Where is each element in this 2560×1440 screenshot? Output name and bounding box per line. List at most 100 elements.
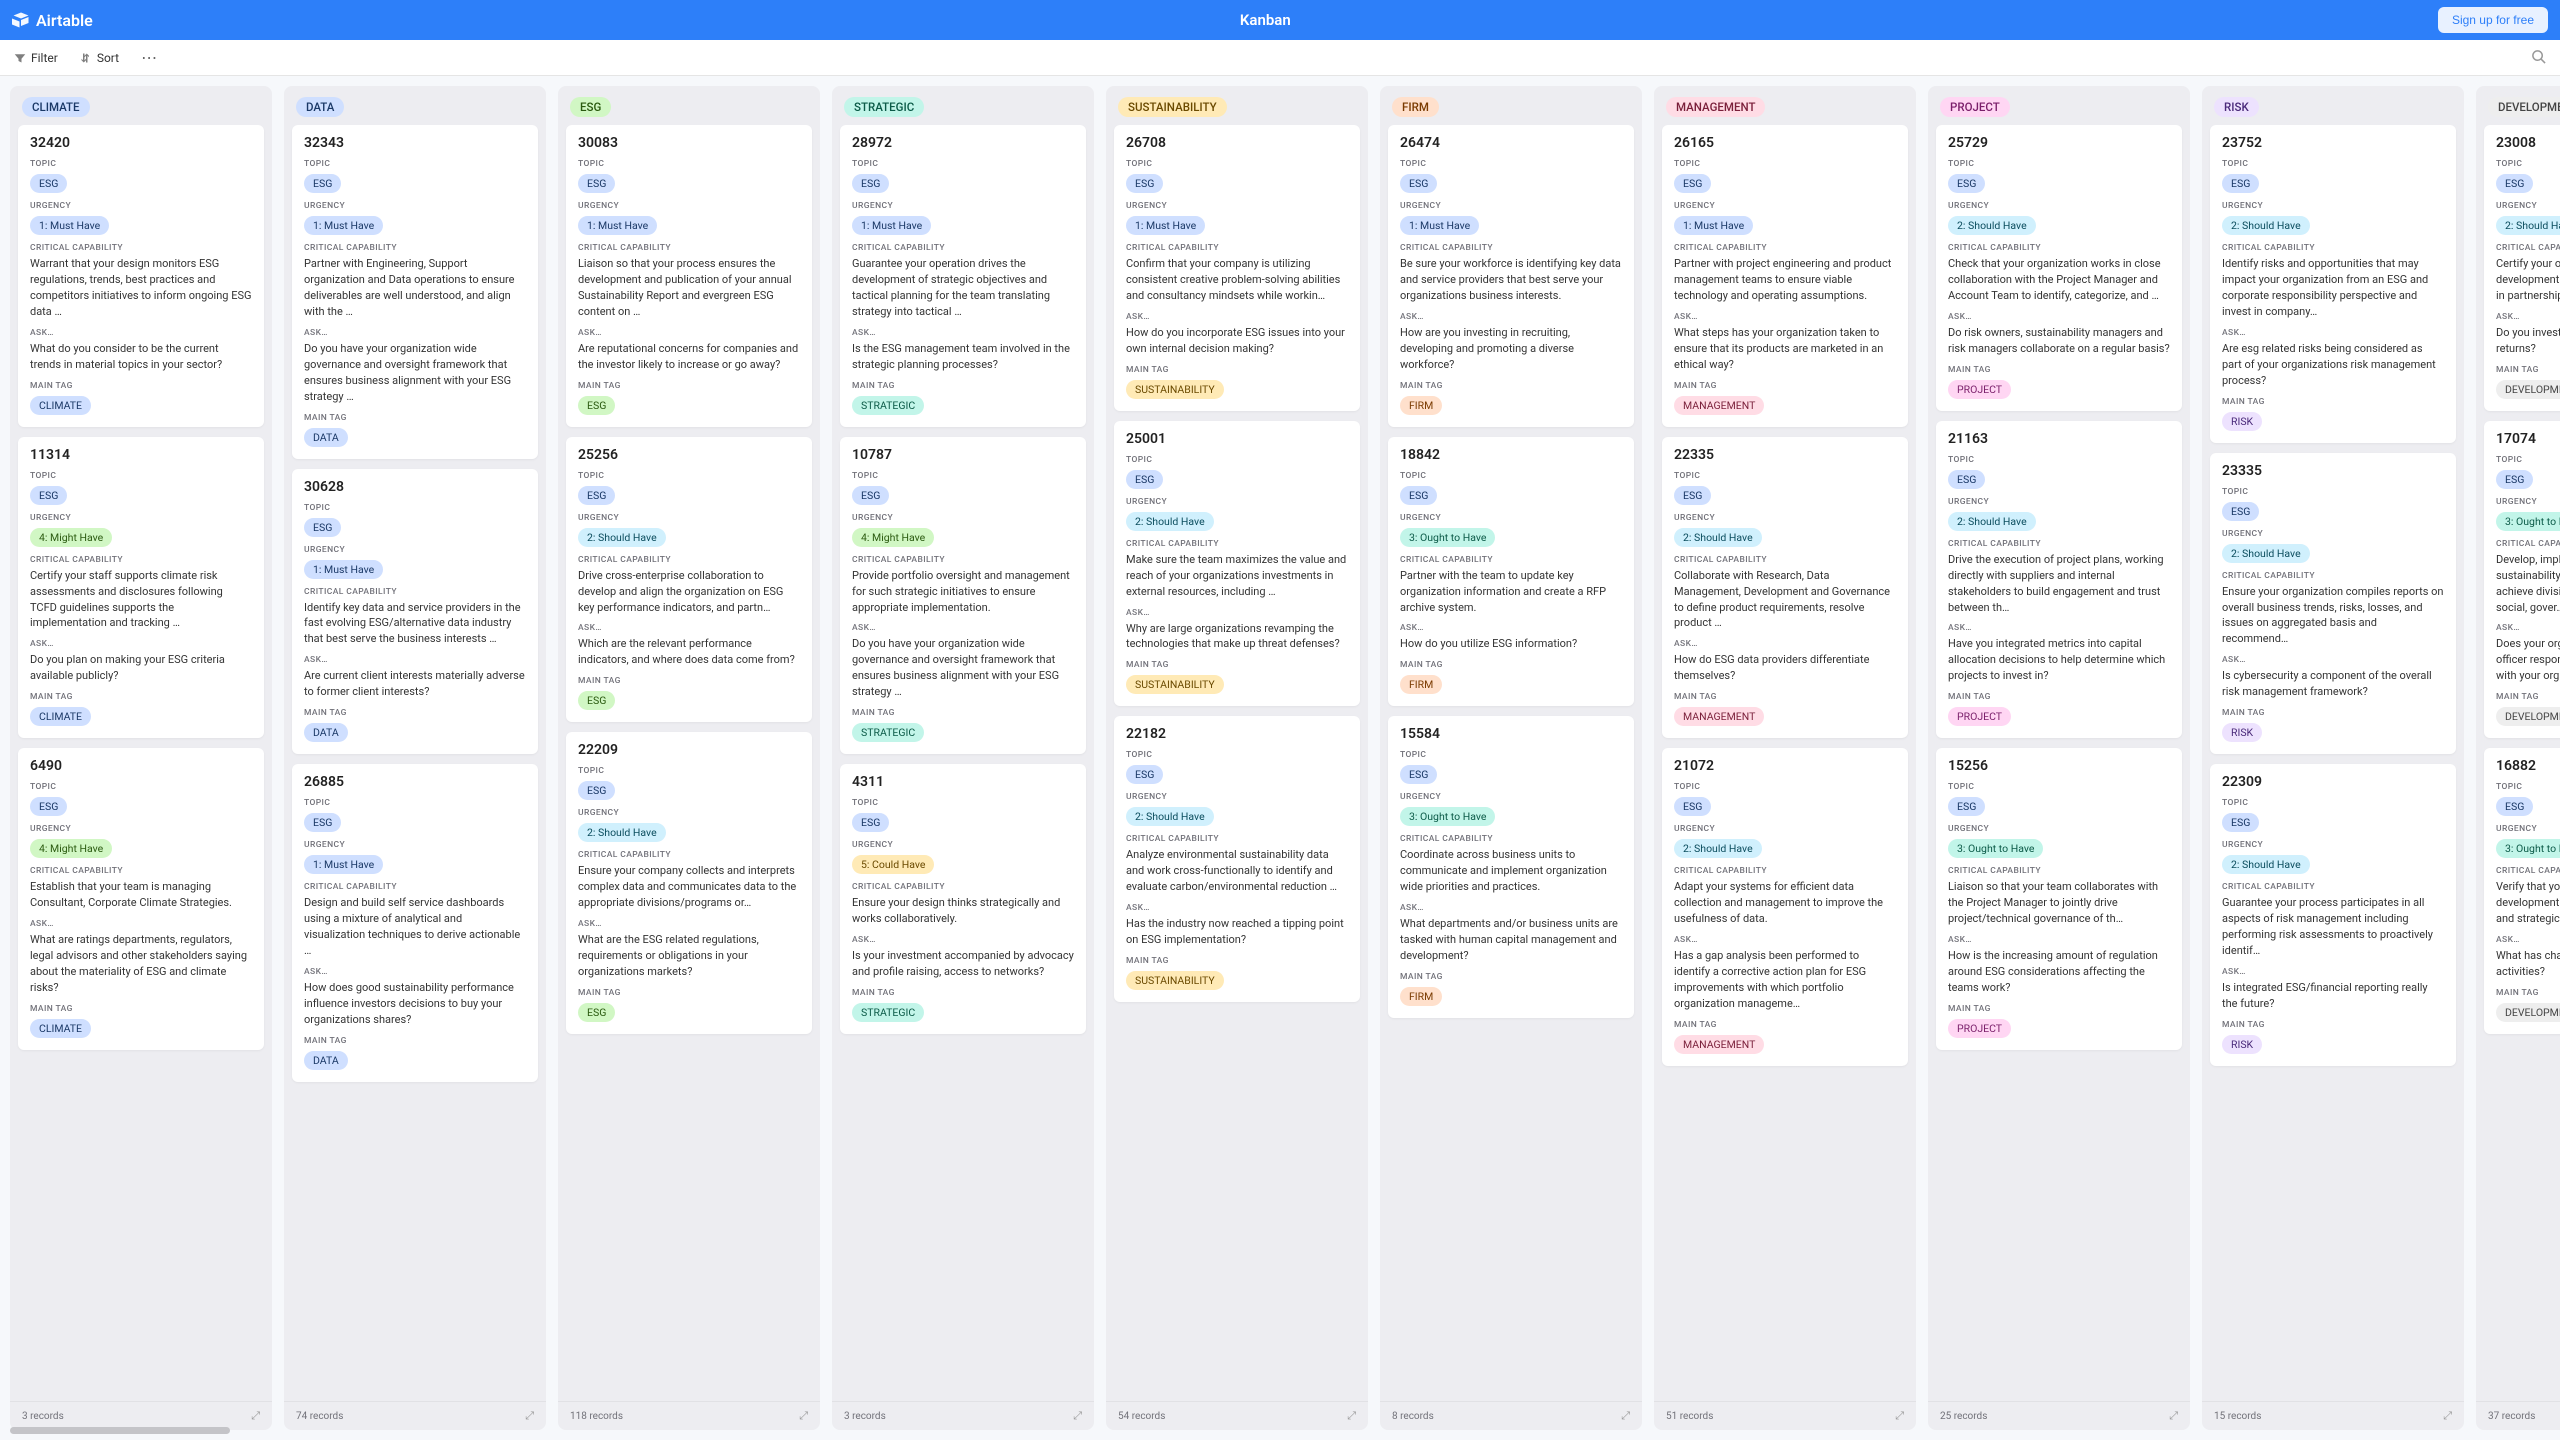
tag-label: MAIN TAG — [30, 692, 252, 702]
ask-label: ASK… — [2496, 312, 2560, 322]
expand-icon[interactable]: ⤢ — [1621, 1409, 1630, 1423]
expand-icon[interactable]: ⤢ — [1895, 1409, 1904, 1423]
column-cards[interactable]: 23008 TOPIC ESG URGENCY 2: Should Have C… — [2476, 125, 2560, 1401]
kanban-card[interactable]: 23752 TOPIC ESG URGENCY 2: Should Have C… — [2210, 125, 2456, 443]
topic-label: TOPIC — [1400, 750, 1622, 760]
kanban-card[interactable]: 22209 TOPIC ESG URGENCY 2: Should Have C… — [566, 732, 812, 1034]
column-cards[interactable]: 25729 TOPIC ESG URGENCY 2: Should Have C… — [1928, 125, 2190, 1401]
ask-text: Why are large organizations revamping th… — [1126, 621, 1348, 653]
urgency-label: URGENCY — [304, 201, 526, 211]
column-cards[interactable]: 30083 TOPIC ESG URGENCY 1: Must Have CRI… — [558, 125, 820, 1401]
kanban-card[interactable]: 11314 TOPIC ESG URGENCY 4: Might Have CR… — [18, 437, 264, 739]
ask-label: ASK… — [852, 328, 1074, 338]
expand-icon[interactable]: ⤢ — [251, 1409, 260, 1423]
kanban-card[interactable]: 17074 TOPIC ESG URGENCY 3: Ought to Have… — [2484, 421, 2560, 739]
kanban-card[interactable]: 28972 TOPIC ESG URGENCY 1: Must Have CRI… — [840, 125, 1086, 427]
topic-label: TOPIC — [30, 782, 252, 792]
kanban-card[interactable]: 4311 TOPIC ESG URGENCY 5: Could Have CRI… — [840, 764, 1086, 1034]
kanban-card[interactable]: 22335 TOPIC ESG URGENCY 2: Should Have C… — [1662, 437, 1908, 739]
column-cards[interactable]: 26165 TOPIC ESG URGENCY 1: Must Have CRI… — [1654, 125, 1916, 1401]
column-footer: 3 records ⤢ — [10, 1401, 272, 1430]
ask-label: ASK… — [2496, 623, 2560, 633]
filter-button[interactable]: Filter — [14, 51, 58, 65]
kanban-column: STRATEGIC 28972 TOPIC ESG URGENCY 1: Mus… — [832, 86, 1094, 1430]
topic-label: TOPIC — [1400, 471, 1622, 481]
kanban-card[interactable]: 21163 TOPIC ESG URGENCY 2: Should Have C… — [1936, 421, 2182, 739]
urgency-label: URGENCY — [2222, 201, 2444, 211]
tag-label: MAIN TAG — [304, 1036, 526, 1046]
capability-text: Liaison so that your team collaborates w… — [1948, 879, 2170, 927]
kanban-card[interactable]: 15584 TOPIC ESG URGENCY 3: Ought to Have… — [1388, 716, 1634, 1018]
capability-text: Confirm that your company is utilizing c… — [1126, 256, 1348, 304]
kanban-card[interactable]: 25256 TOPIC ESG URGENCY 2: Should Have C… — [566, 437, 812, 723]
ask-text: What has changed as a result of business… — [2496, 948, 2560, 980]
topic-pill: ESG — [30, 486, 67, 505]
kanban-card[interactable]: 26885 TOPIC ESG URGENCY 1: Must Have CRI… — [292, 764, 538, 1082]
expand-icon[interactable]: ⤢ — [2169, 1409, 2178, 1423]
kanban-card[interactable]: 30628 TOPIC ESG URGENCY 1: Must Have CRI… — [292, 469, 538, 755]
urgency-label: URGENCY — [2496, 824, 2560, 834]
ask-label: ASK… — [578, 328, 800, 338]
urgency-pill: 1: Must Have — [578, 216, 657, 235]
expand-icon[interactable]: ⤢ — [525, 1409, 534, 1423]
kanban-column: DATA 32343 TOPIC ESG URGENCY 1: Must Hav… — [284, 86, 546, 1430]
kanban-card[interactable]: 23335 TOPIC ESG URGENCY 2: Should Have C… — [2210, 453, 2456, 755]
kanban-card[interactable]: 22182 TOPIC ESG URGENCY 2: Should Have C… — [1114, 716, 1360, 1002]
card-id: 32343 — [304, 135, 526, 151]
expand-icon[interactable]: ⤢ — [2443, 1409, 2452, 1423]
kanban-card[interactable]: 25729 TOPIC ESG URGENCY 2: Should Have C… — [1936, 125, 2182, 411]
ask-label: ASK… — [1400, 623, 1622, 633]
tag-label: MAIN TAG — [1126, 956, 1348, 966]
kanban-card[interactable]: 15256 TOPIC ESG URGENCY 3: Ought to Have… — [1936, 748, 2182, 1050]
ask-text: Do you have your organization wide gover… — [852, 636, 1074, 700]
airtable-logo[interactable]: Airtable — [12, 11, 93, 30]
sort-button[interactable]: Sort — [80, 51, 119, 65]
kanban-card[interactable]: 6490 TOPIC ESG URGENCY 4: Might Have CRI… — [18, 748, 264, 1050]
column-cards[interactable]: 32343 TOPIC ESG URGENCY 1: Must Have CRI… — [284, 125, 546, 1401]
column-cards[interactable]: 23752 TOPIC ESG URGENCY 2: Should Have C… — [2202, 125, 2464, 1401]
search-button[interactable] — [2531, 49, 2546, 67]
urgency-label: URGENCY — [1948, 497, 2170, 507]
column-cards[interactable]: 28972 TOPIC ESG URGENCY 1: Must Have CRI… — [832, 125, 1094, 1401]
more-menu[interactable]: ⋯ — [141, 48, 158, 67]
expand-icon[interactable]: ⤢ — [1347, 1409, 1356, 1423]
kanban-card[interactable]: 23008 TOPIC ESG URGENCY 2: Should Have C… — [2484, 125, 2560, 411]
urgency-pill: 2: Should Have — [1948, 512, 2036, 531]
kanban-board[interactable]: CLIMATE 32420 TOPIC ESG URGENCY 1: Must … — [0, 76, 2560, 1440]
kanban-card[interactable]: 32343 TOPIC ESG URGENCY 1: Must Have CRI… — [292, 125, 538, 459]
capability-text: Identify key data and service providers … — [304, 600, 526, 648]
expand-icon[interactable]: ⤢ — [1073, 1409, 1082, 1423]
ask-text: How are you investing in recruiting, dev… — [1400, 325, 1622, 373]
expand-icon[interactable]: ⤢ — [799, 1409, 808, 1423]
signup-button[interactable]: Sign up for free — [2438, 7, 2548, 33]
topic-label: TOPIC — [852, 471, 1074, 481]
horizontal-scrollbar[interactable] — [10, 1427, 230, 1434]
column-footer: 74 records ⤢ — [284, 1401, 546, 1430]
kanban-card[interactable]: 32420 TOPIC ESG URGENCY 1: Must Have CRI… — [18, 125, 264, 427]
kanban-card[interactable]: 22309 TOPIC ESG URGENCY 2: Should Have C… — [2210, 764, 2456, 1066]
tag-pill: RISK — [2222, 1035, 2262, 1054]
kanban-card[interactable]: 21072 TOPIC ESG URGENCY 2: Should Have C… — [1662, 748, 1908, 1066]
column-cards[interactable]: 26474 TOPIC ESG URGENCY 1: Must Have CRI… — [1380, 125, 1642, 1401]
ask-text: Are esg related risks being considered a… — [2222, 341, 2444, 389]
kanban-card[interactable]: 10787 TOPIC ESG URGENCY 4: Might Have CR… — [840, 437, 1086, 755]
kanban-card[interactable]: 26474 TOPIC ESG URGENCY 1: Must Have CRI… — [1388, 125, 1634, 427]
topic-pill: ESG — [304, 813, 341, 832]
card-id: 23008 — [2496, 135, 2560, 151]
ask-text: Has a gap analysis been performed to ide… — [1674, 948, 1896, 1012]
kanban-card[interactable]: 26165 TOPIC ESG URGENCY 1: Must Have CRI… — [1662, 125, 1908, 427]
column-cards[interactable]: 32420 TOPIC ESG URGENCY 1: Must Have CRI… — [10, 125, 272, 1401]
tag-pill: FIRM — [1400, 987, 1442, 1006]
kanban-card[interactable]: 30083 TOPIC ESG URGENCY 1: Must Have CRI… — [566, 125, 812, 427]
capability-text: Drive the execution of project plans, wo… — [1948, 552, 2170, 616]
kanban-card[interactable]: 25001 TOPIC ESG URGENCY 2: Should Have C… — [1114, 421, 1360, 707]
column-cards[interactable]: 26708 TOPIC ESG URGENCY 1: Must Have CRI… — [1106, 125, 1368, 1401]
urgency-label: URGENCY — [1948, 201, 2170, 211]
kanban-card[interactable]: 26708 TOPIC ESG URGENCY 1: Must Have CRI… — [1114, 125, 1360, 411]
capability-text: Provide portfolio oversight and manageme… — [852, 568, 1074, 616]
capability-text: Develop, implement, and sustain sustaina… — [2496, 552, 2560, 616]
kanban-card[interactable]: 18842 TOPIC ESG URGENCY 3: Ought to Have… — [1388, 437, 1634, 707]
urgency-label: URGENCY — [1400, 201, 1622, 211]
kanban-card[interactable]: 16882 TOPIC ESG URGENCY 3: Ought to Have… — [2484, 748, 2560, 1034]
urgency-label: URGENCY — [2496, 201, 2560, 211]
